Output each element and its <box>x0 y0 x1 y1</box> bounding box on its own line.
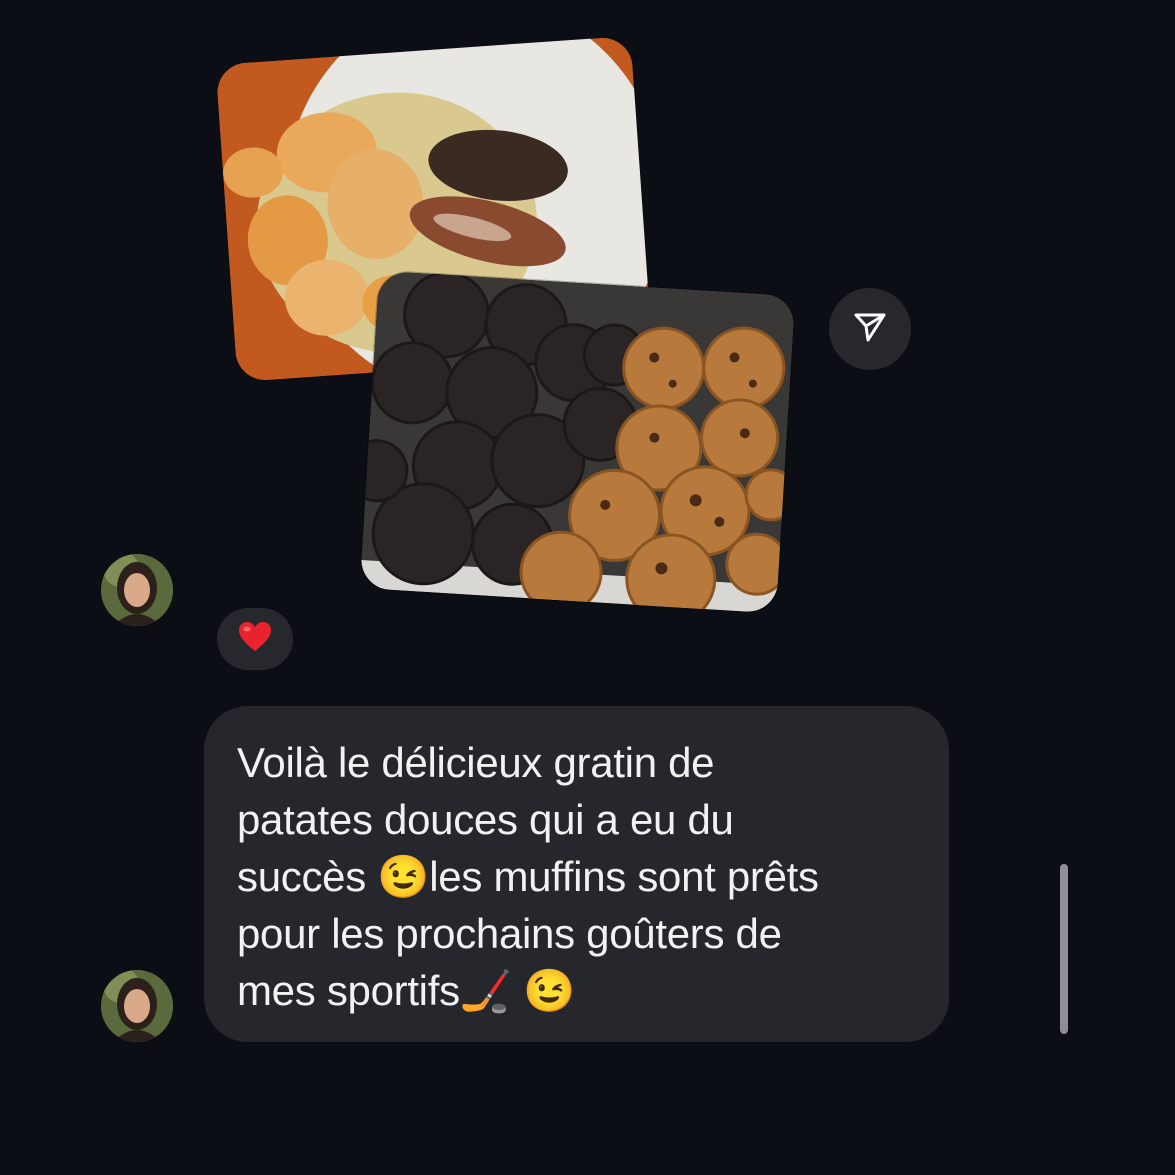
photo-muffins-tray[interactable] <box>359 270 796 614</box>
share-button[interactable] <box>829 288 911 370</box>
paper-plane-icon <box>852 309 888 350</box>
message-line: patates douces qui a eu du <box>237 796 734 843</box>
avatar[interactable] <box>101 970 173 1042</box>
red-heart-icon <box>238 621 272 658</box>
avatar[interactable] <box>101 554 173 626</box>
message-line: mes sportifs🏒 😉 <box>237 967 576 1014</box>
scrollbar[interactable] <box>1060 864 1068 1034</box>
reaction-badge[interactable] <box>217 608 293 670</box>
message-line: pour les prochains goûters de <box>237 910 782 957</box>
message-line: succès 😉les muffins sont prêts <box>237 853 819 900</box>
message-text: Voilà le délicieux gratin de patates dou… <box>237 734 929 1019</box>
message-bubble[interactable]: Voilà le délicieux gratin de patates dou… <box>204 706 949 1042</box>
message-line: Voilà le délicieux gratin de <box>237 739 715 786</box>
